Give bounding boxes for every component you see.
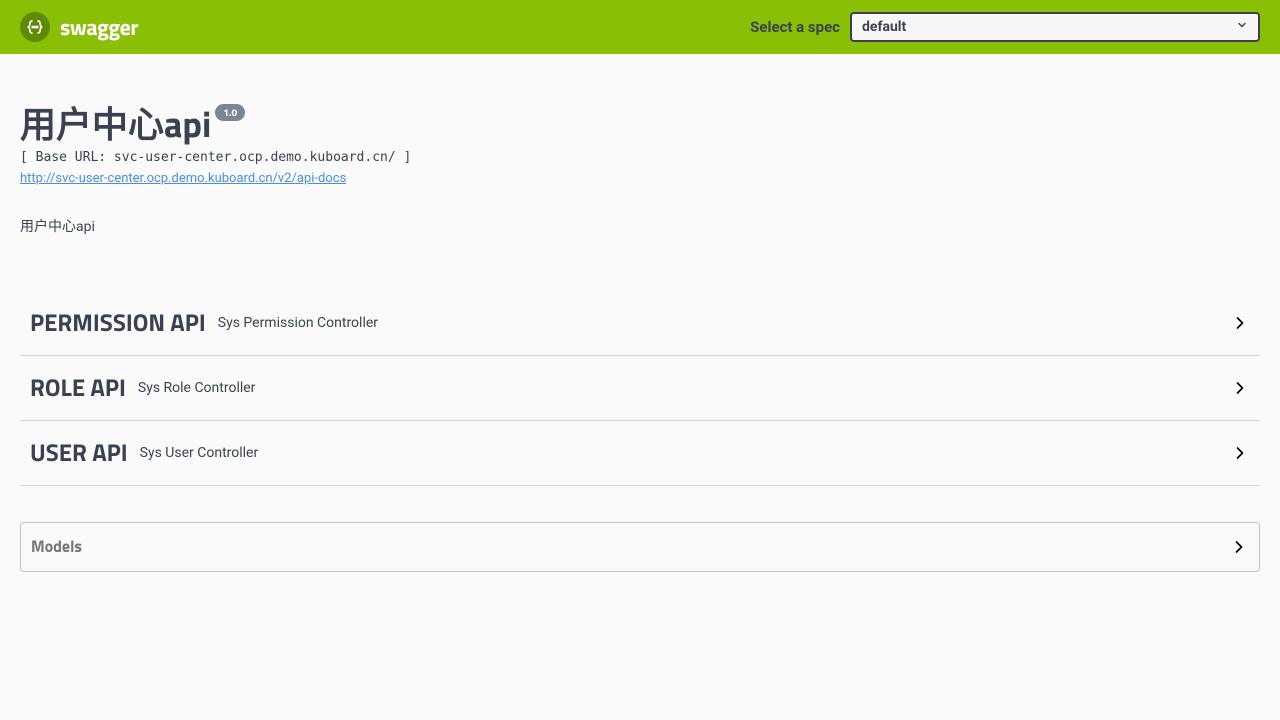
tag-role-api[interactable]: ROLE API Sys Role Controller [20,356,1260,421]
chevron-right-icon [1230,378,1250,398]
tag-list: PERMISSION API Sys Permission Controller… [20,291,1260,486]
tag-name: USER API [30,435,128,471]
spec-selector-label: Select a spec [750,18,840,36]
models-title: Models [31,535,1229,559]
tag-user-api[interactable]: USER API Sys User Controller [20,421,1260,486]
tag-description: Sys Role Controller [138,380,1230,396]
brand-text: swagger [60,10,138,44]
chevron-right-icon [1230,313,1250,333]
tag-description: Sys User Controller [140,445,1230,461]
tag-name: PERMISSION API [30,305,206,341]
tag-description: Sys Permission Controller [218,315,1230,331]
api-docs-link[interactable]: http://svc-user-center.ocp.demo.kuboard.… [20,171,346,186]
topbar: swagger Select a spec default [0,0,1280,54]
api-title-text: 用户中心api [20,96,211,151]
spec-selector[interactable]: default [850,12,1260,42]
tag-name: ROLE API [30,370,126,406]
swagger-logo[interactable]: swagger [20,10,138,44]
main-content: 用户中心api1.0 [ Base URL: svc-user-center.o… [0,54,1280,572]
base-url: [ Base URL: svc-user-center.ocp.demo.kub… [20,150,1260,165]
swagger-braces-icon [20,12,50,42]
chevron-right-icon [1229,537,1249,557]
models-section[interactable]: Models [20,522,1260,572]
tag-permission-api[interactable]: PERMISSION API Sys Permission Controller [20,291,1260,356]
version-badge: 1.0 [215,104,245,121]
api-title: 用户中心api1.0 [20,104,245,144]
spec-selected-value: default [862,19,906,35]
chevron-right-icon [1230,443,1250,463]
chevron-down-icon [1236,19,1248,35]
api-description: 用户中心api [20,216,1260,236]
